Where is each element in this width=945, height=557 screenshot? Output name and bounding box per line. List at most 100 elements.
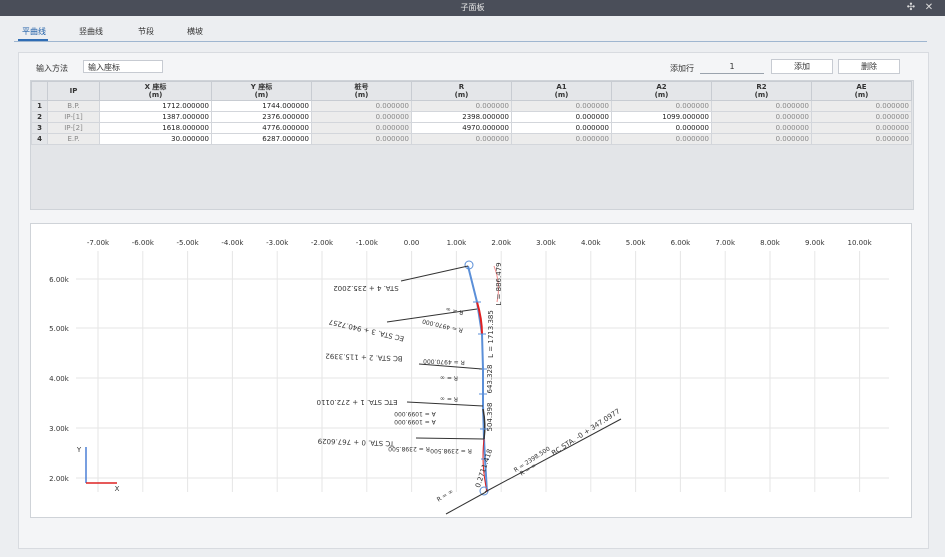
label-r-inf3: R = ∞	[440, 395, 458, 403]
cell-a1[interactable]: 0.000000	[511, 122, 612, 134]
x-tick-label: -2.00k	[311, 239, 334, 247]
x-tick-label: -5.00k	[177, 239, 200, 247]
tab-horizontal-curve[interactable]: 平曲线	[22, 26, 46, 37]
pin-icon[interactable]: ✣	[904, 1, 918, 15]
cell-ae[interactable]: 0.000000	[811, 100, 912, 112]
add-button[interactable]: 添加	[771, 59, 833, 74]
cell-y[interactable]: 2376.000000	[211, 111, 312, 123]
cell-r2[interactable]: 0.000000	[711, 133, 812, 145]
column-header-unit: (m)	[854, 91, 869, 99]
column-header-5[interactable]: A1 (m)	[511, 81, 612, 101]
label-etc1: ETC STA. 1 + 272.0110	[317, 398, 398, 406]
x-tick-label: 2.00k	[491, 239, 512, 247]
close-icon[interactable]: ✕	[922, 1, 936, 15]
row-number[interactable]: 2	[31, 111, 48, 123]
cell-ae[interactable]: 0.000000	[811, 122, 912, 134]
column-header-unit: (m)	[654, 91, 669, 99]
cell-ip[interactable]: IP-[1]	[47, 111, 100, 123]
alignment-plot[interactable]: -7.00k -6.00k -5.00k -4.00k -3.00k -2.00k -1.0…	[30, 223, 912, 518]
cell-a2[interactable]: 0.000000	[611, 122, 712, 134]
column-header-name: A2	[656, 83, 667, 91]
label-r-2398: R = 2398.500	[388, 445, 430, 452]
tab-cross-slope[interactable]: 横坡	[187, 26, 203, 37]
column-header-name: R	[458, 83, 465, 91]
x-tick-label: 3.00k	[536, 239, 557, 247]
cell-r[interactable]: 0.000000	[411, 133, 512, 145]
column-header-2[interactable]: Y 座标 (m)	[211, 81, 312, 101]
cell-y[interactable]: 4776.000000	[211, 122, 312, 134]
table-row[interactable]: 1 B.P. 1712.000000 1744.000000 0.000000 0.000…	[31, 100, 912, 112]
cell-r[interactable]: 0.000000	[411, 100, 512, 112]
delete-button[interactable]: 删除	[838, 59, 900, 74]
cell-y[interactable]: 6287.000000	[211, 133, 312, 145]
window-titlebar: 子面板 ✣ ✕	[0, 0, 945, 16]
cell-a1[interactable]: 0.000000	[511, 133, 612, 145]
label-r-4970: R = 4970.000	[421, 317, 463, 333]
cell-y[interactable]: 1744.000000	[211, 100, 312, 112]
column-header-0[interactable]: IP	[47, 81, 100, 101]
column-header-6[interactable]: A2 (m)	[611, 81, 712, 101]
column-header-1[interactable]: X 座标 (m)	[99, 81, 212, 101]
leader-line	[415, 437, 485, 440]
cell-a1[interactable]: 0.000000	[511, 111, 612, 123]
column-header-name: AE	[856, 83, 867, 91]
column-header-3[interactable]: 桩号 (m)	[311, 81, 412, 101]
cell-a2[interactable]: 0.000000	[611, 133, 712, 145]
cell-ip[interactable]: E.P.	[47, 133, 100, 145]
cell-sta[interactable]: 0.000000	[311, 111, 412, 123]
cell-sta[interactable]: 0.000000	[311, 122, 412, 134]
cell-sta[interactable]: 0.000000	[311, 133, 412, 145]
tab-segment[interactable]: 节段	[138, 26, 154, 37]
column-header-name: A1	[556, 83, 567, 91]
x-tick-label: 1.00k	[447, 239, 468, 247]
cell-r2[interactable]: 0.000000	[711, 100, 812, 112]
input-method-label: 输入方法	[36, 64, 68, 73]
cell-r2[interactable]: 0.000000	[711, 122, 812, 134]
label-length-a: 643.328	[486, 365, 494, 394]
label-length-top: L = 886.479	[495, 262, 503, 305]
cell-x[interactable]: 1618.000000	[99, 122, 212, 134]
row-number[interactable]: 3	[31, 122, 48, 134]
cell-a1[interactable]: 0.000000	[511, 100, 612, 112]
cell-r[interactable]: 4970.000000	[411, 122, 512, 134]
cell-x[interactable]: 1387.000000	[99, 111, 212, 123]
y-tick-label: 3.00k	[49, 425, 70, 433]
input-method-select[interactable]: 输入座标	[83, 60, 163, 73]
table-corner	[31, 81, 48, 101]
row-number[interactable]: 4	[31, 133, 48, 145]
cell-r2[interactable]: 0.000000	[711, 111, 812, 123]
row-number[interactable]: 1	[31, 100, 48, 112]
cell-r[interactable]: 2398.000000	[411, 111, 512, 123]
x-tick-label: -6.00k	[132, 239, 155, 247]
table-row[interactable]: 3 IP-[2] 1618.000000 4776.000000 0.000000 497…	[31, 122, 912, 134]
cell-x[interactable]: 1712.000000	[99, 100, 212, 112]
cell-a2[interactable]: 0.000000	[611, 100, 712, 112]
column-header-unit: (m)	[254, 91, 269, 99]
cell-ae[interactable]: 0.000000	[811, 111, 912, 123]
x-tick-label: -4.00k	[221, 239, 244, 247]
cell-ip[interactable]: B.P.	[47, 100, 100, 112]
label-bc2: BC STA. 2 + 115.3392	[325, 352, 402, 363]
column-header-4[interactable]: R (m)	[411, 81, 512, 101]
cell-ip[interactable]: IP-[2]	[47, 122, 100, 134]
cell-a2[interactable]: 1099.000000	[611, 111, 712, 123]
y-tick-label: 2.00k	[49, 475, 70, 483]
label-tc0: TC STA. 0 + 767.6029	[318, 437, 396, 448]
tab-vertical-curve[interactable]: 竖曲线	[79, 26, 103, 37]
column-header-name: IP	[69, 87, 78, 95]
column-header-name: X 座标	[144, 83, 167, 91]
cell-x[interactable]: 30.000000	[99, 133, 212, 145]
label-length-mid: L = 1713.385	[487, 310, 495, 358]
table-row[interactable]: 4 E.P. 30.000000 6287.000000 0.000000 0.00000…	[31, 133, 912, 145]
cell-sta[interactable]: 0.000000	[311, 100, 412, 112]
table-row[interactable]: 2 IP-[1] 1387.000000 2376.000000 0.000000 239…	[31, 111, 912, 123]
column-header-8[interactable]: AE (m)	[811, 81, 912, 101]
ip-table: IP X 座标 (m) Y 座标 (m) 桩号 (m) R (m) A1 (m) A2 (m) R2 (m)…	[30, 80, 914, 210]
tab-divider	[14, 41, 927, 42]
label-r-inf5: R = ∞	[436, 488, 455, 504]
cell-ae[interactable]: 0.000000	[811, 133, 912, 145]
add-rows-input[interactable]: 1	[700, 60, 764, 74]
column-header-7[interactable]: R2 (m)	[711, 81, 812, 101]
column-header-unit: (m)	[554, 91, 569, 99]
window-title: 子面板	[460, 3, 485, 12]
